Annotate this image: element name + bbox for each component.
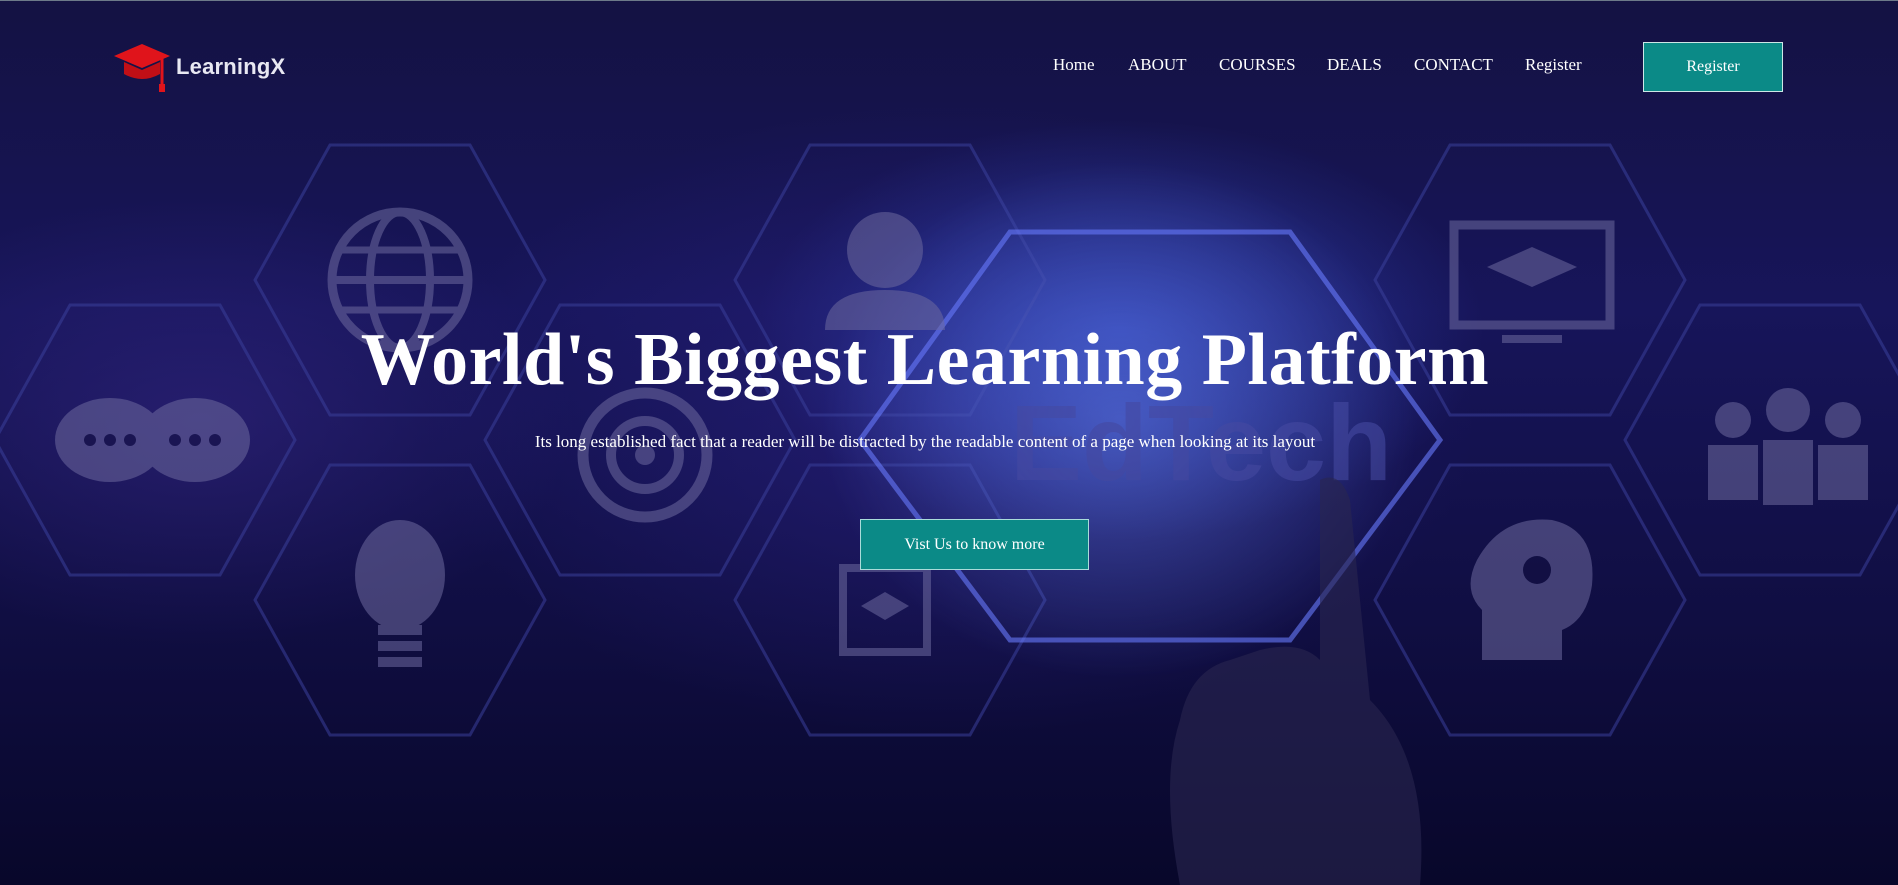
- window-top-border: [0, 0, 1898, 1]
- nav-link-contact[interactable]: CONTACT: [1414, 55, 1493, 75]
- nav-link-home[interactable]: Home: [1053, 55, 1095, 75]
- nav-link-about[interactable]: ABOUT: [1128, 55, 1187, 75]
- nav-link-register[interactable]: Register: [1525, 55, 1582, 75]
- nav-link-courses[interactable]: COURSES: [1219, 55, 1296, 75]
- main-navigation: Home ABOUT COURSES DEALS CONTACT Registe…: [0, 55, 1898, 80]
- hero-subtitle: Its long established fact that a reader …: [534, 432, 1316, 451]
- nav-link-deals[interactable]: DEALS: [1327, 55, 1382, 75]
- head-gears-icon: [1470, 519, 1593, 660]
- lightbulb-icon: [355, 520, 445, 667]
- visit-us-button[interactable]: Vist Us to know more: [860, 519, 1089, 570]
- hero-title: World's Biggest Learning Platform: [360, 319, 1490, 401]
- register-button[interactable]: Register: [1643, 42, 1783, 92]
- target-icon: [577, 387, 713, 523]
